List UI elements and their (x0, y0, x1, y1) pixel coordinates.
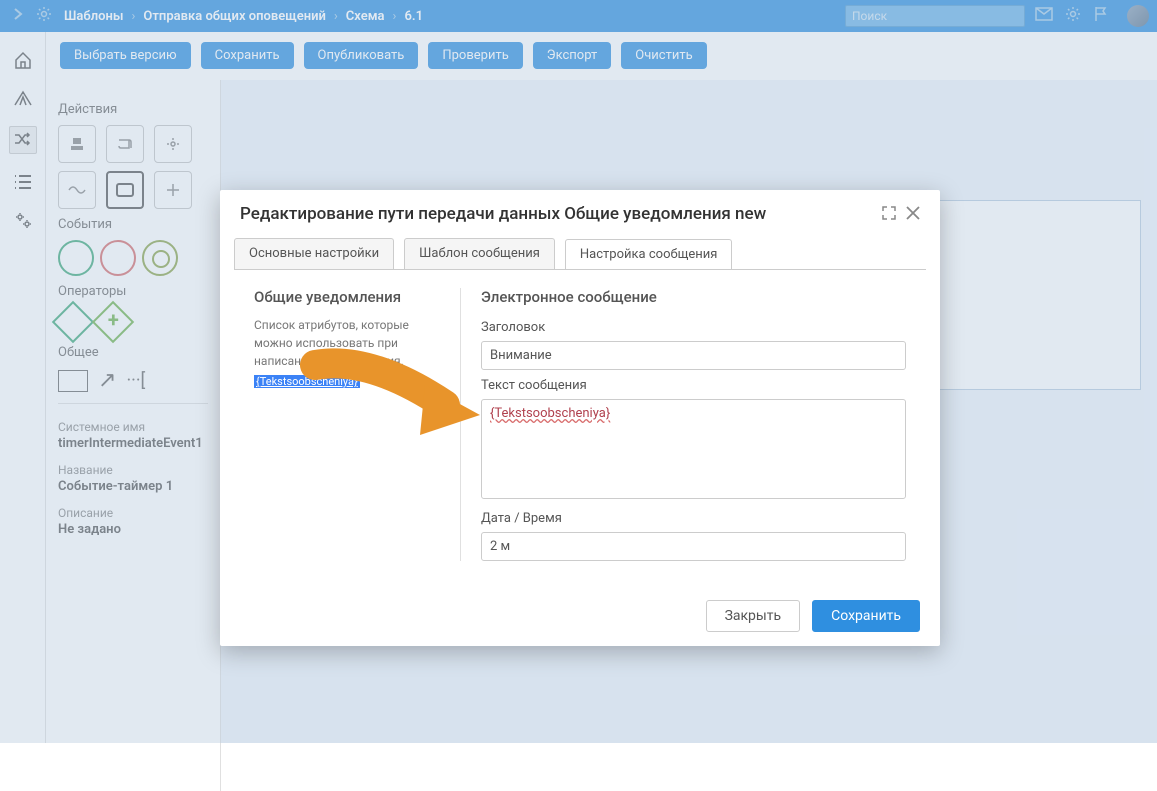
body-label: Текст сообщения (481, 378, 906, 393)
tab-settings[interactable]: Настройка сообщения (565, 239, 733, 270)
attrs-desc: Список атрибутов, которые можно использо… (254, 316, 444, 370)
header-input[interactable] (481, 341, 906, 370)
body-textarea[interactable] (481, 399, 906, 499)
header-label: Заголовок (481, 320, 906, 335)
email-heading: Электронное сообщение (481, 288, 906, 306)
modal-close-button[interactable]: Закрыть (706, 600, 801, 632)
date-label: Дата / Время (481, 511, 906, 526)
modal-save-button[interactable]: Сохранить (812, 600, 920, 632)
edit-path-modal: Редактирование пути передачи данных Общи… (220, 190, 940, 646)
close-icon[interactable] (906, 205, 920, 224)
tab-template[interactable]: Шаблон сообщения (404, 238, 555, 269)
fullscreen-icon[interactable] (882, 205, 896, 224)
attrs-heading: Общие уведомления (254, 288, 444, 306)
tab-basic[interactable]: Основные настройки (234, 238, 394, 269)
modal-title: Редактирование пути передачи данных Общи… (240, 204, 766, 224)
attr-token[interactable]: {Tekstsoobscheniya} (254, 375, 360, 388)
date-input[interactable] (481, 532, 906, 561)
